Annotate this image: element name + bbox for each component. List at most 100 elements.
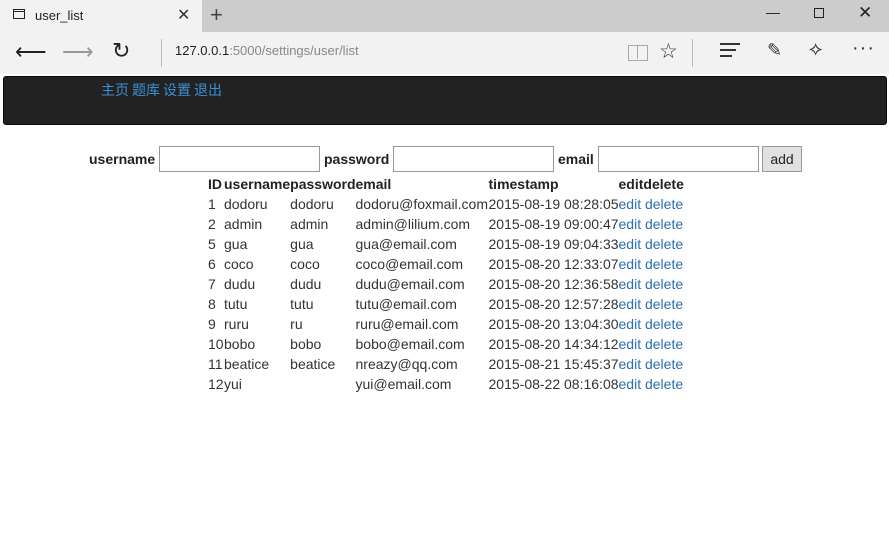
hub-icon[interactable] xyxy=(720,43,740,61)
header-timestamp: timestamp xyxy=(488,176,559,192)
username-label: username xyxy=(89,151,156,167)
minimize-icon[interactable]: — xyxy=(766,4,780,20)
close-icon[interactable]: ✕ xyxy=(177,5,190,25)
table-row: 6 coco coco coco@email.com 2015-08-20 12:33:… xyxy=(208,254,684,274)
tab-title: user_list xyxy=(35,8,84,23)
edit-link[interactable]: edit xyxy=(619,336,642,352)
refresh-icon[interactable]: ↻ xyxy=(112,38,130,64)
header-edit: edit xyxy=(618,176,644,192)
edit-link[interactable]: edit xyxy=(619,236,642,252)
nav-link-settings[interactable]: 设置 xyxy=(163,82,191,98)
star-icon[interactable]: ☆ xyxy=(659,39,678,64)
edit-link[interactable]: edit xyxy=(619,316,642,332)
address-bar: ⟵ ⟶ ↻ 127.0.0.1:5000/settings/user/list … xyxy=(0,32,889,74)
delete-link[interactable]: delete xyxy=(645,296,683,312)
edit-link[interactable]: edit xyxy=(619,216,642,232)
cell-timestamp: 2015-08-19 09:00:47 xyxy=(488,216,619,232)
cell-id: 9 xyxy=(208,316,216,332)
close-window-icon[interactable]: ✕ xyxy=(858,3,872,23)
cell-timestamp: 2015-08-21 15:45:37 xyxy=(488,356,619,372)
nav-link-home[interactable]: 主页 xyxy=(101,82,129,98)
plus-icon[interactable]: + xyxy=(210,2,223,28)
cell-actions: edit delete xyxy=(619,314,684,334)
cell-timestamp: 2015-08-20 12:33:07 xyxy=(488,256,619,272)
add-button[interactable]: add xyxy=(762,146,802,172)
cell-password: gua xyxy=(290,236,314,252)
email-input[interactable] xyxy=(598,146,759,172)
share-icon[interactable]: ⟡ xyxy=(809,38,822,61)
edit-link[interactable]: edit xyxy=(619,376,642,392)
nav-link-questions[interactable]: 题库 xyxy=(132,82,160,98)
cell-actions: edit delete xyxy=(619,214,684,234)
cell-timestamp: 2015-08-20 12:36:58 xyxy=(488,276,619,292)
user-table: ID username password email timestamp edi… xyxy=(208,174,684,394)
url-host: 127.0.0.1 xyxy=(175,43,230,58)
table-header-row: ID username password email timestamp edi… xyxy=(208,174,684,194)
table-row: 8 tutu tutu tutu@email.com 2015-08-20 12:57:… xyxy=(208,294,684,314)
cell-timestamp: 2015-08-20 12:57:28 xyxy=(488,296,619,312)
cell-username: admin xyxy=(224,216,263,232)
cell-timestamp: 2015-08-20 13:04:30 xyxy=(488,316,619,332)
password-label: password xyxy=(324,151,390,167)
cell-username: dodoru xyxy=(224,196,268,212)
table-row: 9 ruru ru ruru@email.com 2015-08-20 13:04:30… xyxy=(208,314,684,334)
delete-link[interactable]: delete xyxy=(645,196,683,212)
maximize-icon[interactable] xyxy=(814,8,824,18)
table-row: 1 dodoru dodoru dodoru@foxmail.com 2015-08-1… xyxy=(208,194,684,214)
cell-username: ruru xyxy=(224,316,249,332)
delete-link[interactable]: delete xyxy=(645,216,683,232)
cell-email: dodoru@foxmail.com xyxy=(355,196,489,212)
header-username: username xyxy=(224,176,291,192)
table-row: 10 bobo bobo bobo@email.com 2015-08-20 14:34… xyxy=(208,334,684,354)
cell-username: bobo xyxy=(224,336,256,352)
cell-username: gua xyxy=(224,236,248,252)
cell-password: admin xyxy=(290,216,329,232)
cell-password: coco xyxy=(290,256,320,272)
cell-email: dudu@email.com xyxy=(355,276,465,292)
cell-password: tutu xyxy=(290,296,314,312)
nav-links: 主页 题库 设置 退出 xyxy=(101,80,225,100)
cell-username: coco xyxy=(224,256,254,272)
browser-tab[interactable]: user_list ✕ xyxy=(0,0,202,32)
cell-id: 2 xyxy=(208,216,216,232)
delete-link[interactable]: delete xyxy=(645,376,683,392)
cell-actions: edit delete xyxy=(619,334,684,354)
cell-password xyxy=(290,374,355,394)
cell-password: dodoru xyxy=(290,196,334,212)
more-icon[interactable]: ··· xyxy=(852,37,875,60)
edit-link[interactable]: edit xyxy=(619,296,642,312)
table-row: 5 gua gua gua@email.com 2015-08-19 09:04:33 e… xyxy=(208,234,684,254)
back-arrow-icon[interactable]: ⟵ xyxy=(15,39,47,65)
delete-link[interactable]: delete xyxy=(645,236,683,252)
url-field[interactable]: 127.0.0.1:5000/settings/user/list xyxy=(175,43,359,58)
cell-timestamp: 2015-08-19 09:04:33 xyxy=(488,236,619,252)
table-row: 11 beatice beatice nreazy@qq.com 2015-08-21 … xyxy=(208,354,684,374)
cell-id: 1 xyxy=(208,196,216,212)
forward-arrow-icon[interactable]: ⟶ xyxy=(62,39,94,65)
email-label: email xyxy=(558,151,594,167)
cell-timestamp: 2015-08-22 08:16:08 xyxy=(488,376,619,392)
reading-view-icon[interactable] xyxy=(628,45,648,61)
edit-link[interactable]: edit xyxy=(619,196,642,212)
page-header: 主页 题库 设置 退出 xyxy=(3,76,887,125)
cell-actions: edit delete xyxy=(619,294,684,314)
delete-link[interactable]: delete xyxy=(645,336,683,352)
edit-link[interactable]: edit xyxy=(619,276,642,292)
cell-actions: edit delete xyxy=(619,354,684,374)
delete-link[interactable]: delete xyxy=(645,356,683,372)
cell-timestamp: 2015-08-20 14:34:12 xyxy=(488,336,619,352)
cell-email: coco@email.com xyxy=(355,256,464,272)
delete-link[interactable]: delete xyxy=(645,316,683,332)
cell-username: yui xyxy=(224,376,242,392)
page-icon xyxy=(13,9,25,19)
web-note-icon[interactable]: ✎ xyxy=(767,40,782,61)
delete-link[interactable]: delete xyxy=(645,276,683,292)
cell-email: nreazy@qq.com xyxy=(355,356,458,372)
cell-username: tutu xyxy=(224,296,248,312)
edit-link[interactable]: edit xyxy=(619,256,642,272)
edit-link[interactable]: edit xyxy=(619,356,642,372)
username-input[interactable] xyxy=(159,146,320,172)
nav-link-logout[interactable]: 退出 xyxy=(194,82,222,98)
password-input[interactable] xyxy=(393,146,554,172)
delete-link[interactable]: delete xyxy=(645,256,683,272)
